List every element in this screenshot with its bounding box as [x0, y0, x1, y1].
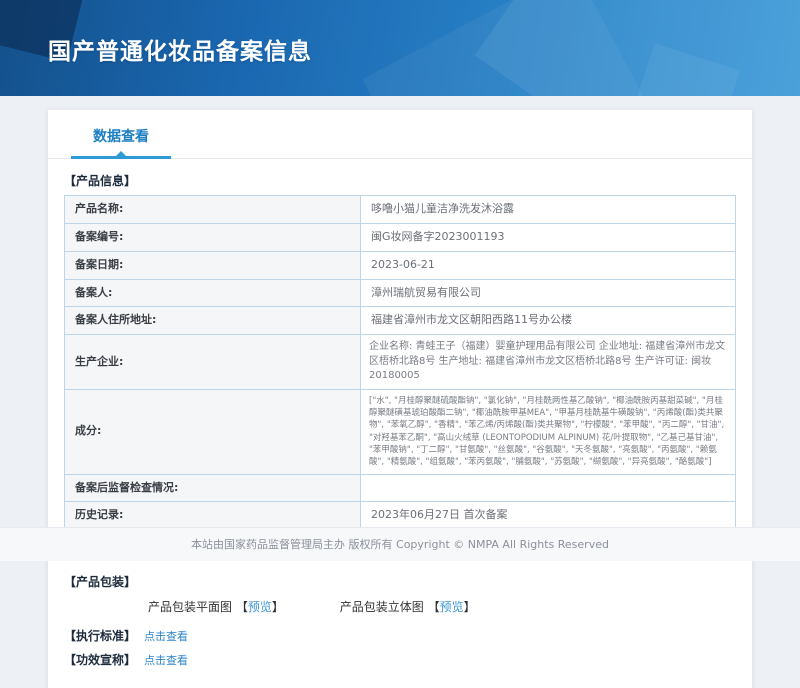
field-value [360, 473, 736, 503]
content-card: 数据查看 【产品信息】 产品名称: 哆噜小猫儿童洁净洗发沐浴露 备案编号: 闽G… [48, 110, 752, 688]
efficacy-row: 【功效宣称】 点击查看 [64, 651, 736, 668]
bracket-open: 【 [427, 600, 440, 615]
packaging-plan-label: 产品包装平面图 [148, 600, 233, 615]
field-label: 产品名称: [64, 195, 361, 224]
page-footer: 本站由国家药品监督管理局主办 版权所有 Copyright © NMPA All… [0, 527, 800, 561]
active-tab-pointer-icon [116, 151, 126, 156]
packaging-plan-preview-link[interactable]: 预览 [248, 600, 272, 614]
section-title-standard: 【执行标准】 [64, 629, 137, 644]
table-row: 备案日期: 2023-06-21 [64, 250, 736, 280]
field-label: 生产企业: [64, 334, 361, 390]
field-label: 成分: [64, 388, 361, 475]
standard-view-link[interactable]: 点击查看 [144, 630, 188, 643]
field-value: 哆噜小猫儿童洁净洗发沐浴露 [360, 195, 736, 224]
field-value: 企业名称: 青蛙王子（福建）婴童护理用品有限公司 企业地址: 福建省漳州市龙文区… [360, 334, 736, 390]
section-title-product-info: 【产品信息】 [64, 174, 137, 188]
copyright-text: 本站由国家药品监督管理局主办 版权所有 Copyright © NMPA All… [191, 538, 609, 551]
table-row: 历史记录: 2023年06月27日 首次备案 [64, 501, 736, 531]
field-label: 备案后监督检查情况: [64, 473, 361, 503]
bracket-close: 】 [271, 600, 284, 615]
packaging-plan-item: 产品包装平面图 【预览】 [148, 598, 284, 615]
field-value: 漳州瑞航贸易有限公司 [360, 278, 736, 308]
field-value: 闽G妆网备字2023001193 [360, 222, 736, 252]
tab-data-view[interactable]: 数据查看 [71, 126, 171, 159]
table-row: 备案编号: 闽G妆网备字2023001193 [64, 222, 736, 252]
section-title-packaging: 【产品包装】 [64, 575, 137, 590]
standard-row: 【执行标准】 点击查看 [64, 627, 736, 644]
packaging-stereo-item: 产品包装立体图 【预览】 [340, 598, 476, 615]
field-label: 备案人住所地址: [64, 306, 361, 336]
packaging-stereo-label: 产品包装立体图 [339, 600, 424, 615]
page-title: 国产普通化妆品备案信息 [48, 39, 312, 65]
field-value: 2023年06月27日 首次备案 [360, 501, 736, 531]
field-value-ingredients: ["水", "月桂醇聚醚硫酸酯钠", "氯化钠", "月桂酰两性基乙酸钠", "… [360, 388, 736, 475]
product-info-table: 产品名称: 哆噜小猫儿童洁净洗发沐浴露 备案编号: 闽G妆网备字20230011… [64, 195, 736, 559]
table-row: 备案后监督检查情况: [64, 473, 736, 503]
bracket-close: 】 [463, 600, 476, 615]
tab-data-view-label: 数据查看 [93, 129, 149, 145]
packaging-stereo-preview-link[interactable]: 预览 [440, 600, 464, 614]
section-title-efficacy: 【功效宣称】 [64, 653, 137, 668]
table-row: 成分: ["水", "月桂醇聚醚硫酸酯钠", "氯化钠", "月桂酰两性基乙酸钠… [64, 388, 736, 475]
field-label: 历史记录: [64, 501, 361, 531]
tab-bar: 数据查看 [48, 110, 752, 159]
efficacy-view-link[interactable]: 点击查看 [144, 654, 188, 667]
table-row: 产品名称: 哆噜小猫儿童洁净洗发沐浴露 [64, 195, 736, 224]
active-tab-underline [71, 156, 171, 159]
bracket-open: 【 [235, 600, 248, 615]
page-header: 国产普通化妆品备案信息 [0, 0, 800, 96]
field-value: 2023-06-21 [360, 250, 736, 280]
table-row: 备案人: 漳州瑞航贸易有限公司 [64, 278, 736, 308]
table-row: 生产企业: 企业名称: 青蛙王子（福建）婴童护理用品有限公司 企业地址: 福建省… [64, 334, 736, 390]
field-value: 福建省漳州市龙文区朝阳西路11号办公楼 [360, 306, 736, 336]
packaging-row: 产品包装平面图 【预览】 产品包装立体图 【预览】 [148, 598, 736, 615]
table-row: 备案人住所地址: 福建省漳州市龙文区朝阳西路11号办公楼 [64, 306, 736, 336]
field-label: 备案日期: [64, 250, 361, 280]
field-label: 备案编号: [64, 222, 361, 252]
field-label: 备案人: [64, 278, 361, 308]
